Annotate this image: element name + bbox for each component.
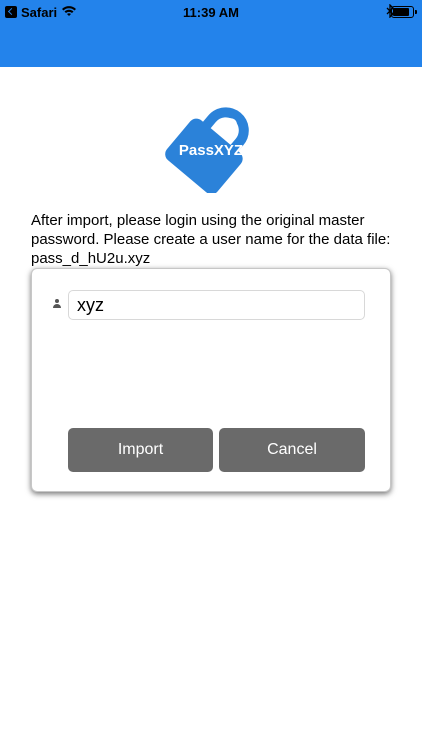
status-bar: Safari 11:39 AM <box>0 0 422 24</box>
cancel-button[interactable]: Cancel <box>219 428 365 472</box>
battery-fill <box>393 8 409 16</box>
battery-icon <box>391 6 417 18</box>
create-user-dialog: Import Cancel <box>31 268 391 492</box>
user-name-input[interactable] <box>68 290 365 320</box>
passxyz-logo: PassXYZ <box>165 107 249 193</box>
top-header-bar: Safari 11:39 AM <box>0 0 422 67</box>
import-button[interactable]: Import <box>68 428 213 472</box>
logo-text: PassXYZ <box>179 142 243 159</box>
status-time: 11:39 AM <box>183 5 239 20</box>
battery-tip <box>415 10 417 14</box>
user-icon <box>52 299 62 309</box>
import-instructions: After import, please login using the ori… <box>31 212 391 267</box>
